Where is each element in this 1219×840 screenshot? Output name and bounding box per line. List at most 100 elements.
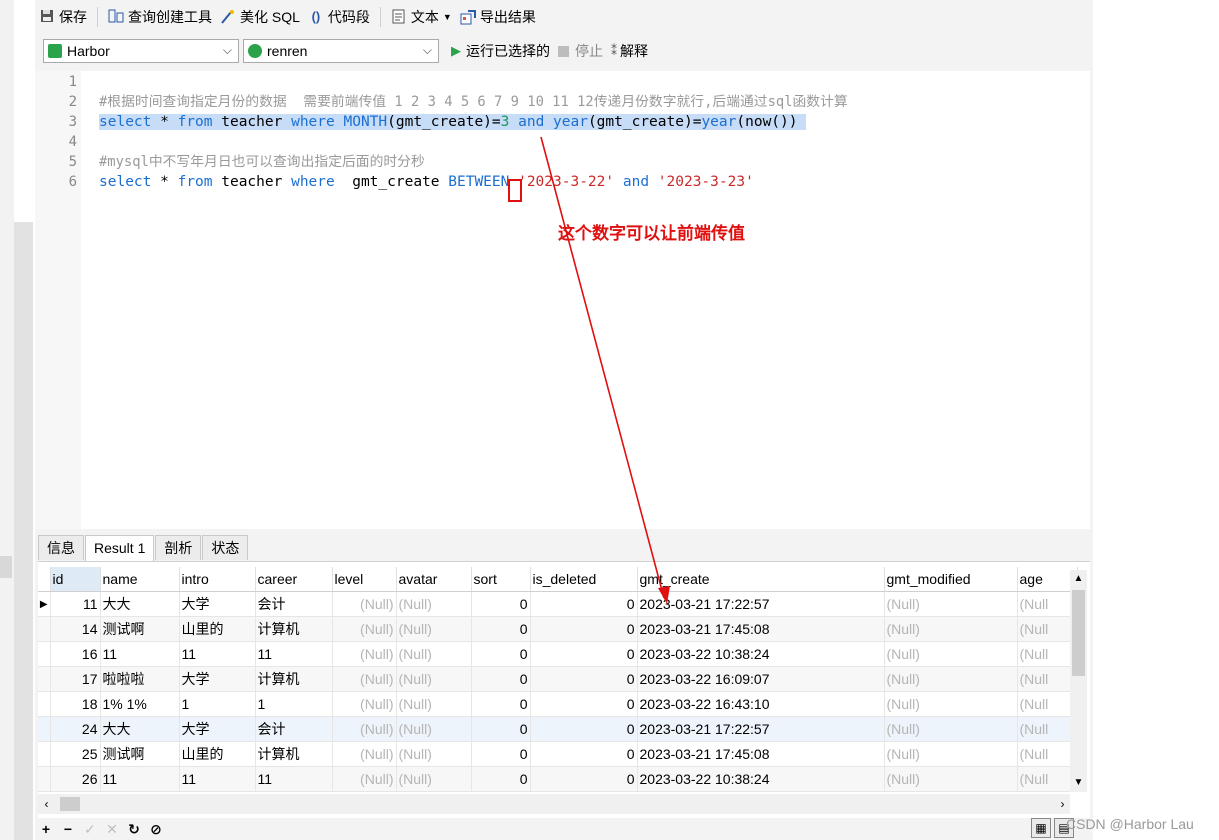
table-row[interactable]: 14 测试啊 山里的 计算机 (Null) (Null) 0 0 2023-03-21 17:4… <box>38 616 1078 642</box>
table-cell[interactable]: 啦啦啦 <box>100 666 180 692</box>
connection-select[interactable]: Harbor ⌵ <box>43 39 239 63</box>
table-cell[interactable]: 计算机 <box>255 741 333 767</box>
table-cell[interactable]: 24 <box>50 716 101 742</box>
table-cell[interactable]: 山里的 <box>179 741 256 767</box>
table-cell[interactable]: 11 <box>100 641 180 667</box>
run-selected-button[interactable]: ▶ 运行已选择的 <box>447 39 554 63</box>
table-row[interactable]: 17 啦啦啦 大学 计算机 (Null) (Null) 0 0 2023-03-22 16:09… <box>38 666 1078 692</box>
table-cell[interactable]: (Null) <box>396 641 472 667</box>
table-cell[interactable]: 0 <box>471 766 531 792</box>
table-cell[interactable]: 0 <box>530 766 638 792</box>
tab-profile[interactable]: 剖析 <box>155 535 202 560</box>
table-row[interactable]: 16 11 11 11 (Null) (Null) 0 0 2023-03-22 10:38:2… <box>38 641 1078 667</box>
table-cell[interactable]: (Null <box>1017 641 1078 667</box>
apply-icon[interactable]: ✓ <box>79 821 101 838</box>
table-cell[interactable]: 11 <box>179 641 256 667</box>
caret-down-icon[interactable]: ▼ <box>443 12 452 22</box>
table-cell[interactable]: (Null <box>1017 616 1078 642</box>
table-cell[interactable]: 25 <box>50 741 101 767</box>
table-cell[interactable]: 2023-03-21 17:45:08 <box>637 741 885 767</box>
column-header-career[interactable]: career <box>255 567 333 592</box>
table-cell[interactable]: 2023-03-21 17:45:08 <box>637 616 885 642</box>
table-cell[interactable]: 11 <box>179 766 256 792</box>
table-cell[interactable]: (Null) <box>332 716 397 742</box>
table-cell[interactable]: 0 <box>530 691 638 717</box>
table-row[interactable]: 24 大大 大学 会计 (Null) (Null) 0 0 2023-03-21 17:22:5… <box>38 716 1078 742</box>
table-cell[interactable]: (Null) <box>332 741 397 767</box>
table-cell[interactable]: (Null) <box>332 766 397 792</box>
table-cell[interactable]: (Null) <box>396 716 472 742</box>
tab-result-1[interactable]: Result 1 <box>85 535 155 562</box>
table-cell[interactable]: 0 <box>530 716 638 742</box>
table-cell[interactable]: 山里的 <box>179 616 256 642</box>
scroll-left-icon[interactable]: ‹ <box>38 794 55 814</box>
refresh-icon[interactable]: ↻ <box>123 821 145 838</box>
table-cell[interactable]: 2023-03-21 17:22:57 <box>637 591 885 617</box>
table-cell[interactable]: (Null <box>1017 666 1078 692</box>
row-indicator[interactable] <box>38 766 51 792</box>
table-cell[interactable]: 2023-03-22 16:43:10 <box>637 691 885 717</box>
table-cell[interactable]: (Null) <box>332 616 397 642</box>
table-cell[interactable]: (Null) <box>396 741 472 767</box>
row-indicator[interactable] <box>38 741 51 767</box>
table-cell[interactable]: 大学 <box>179 591 256 617</box>
table-cell[interactable]: (Null) <box>332 591 397 617</box>
table-cell[interactable]: 2023-03-22 16:09:07 <box>637 666 885 692</box>
table-cell[interactable]: (Null) <box>884 766 1018 792</box>
table-cell[interactable]: (Null <box>1017 591 1078 617</box>
table-cell[interactable]: 0 <box>471 741 531 767</box>
export-results-button[interactable]: 导出结果 <box>456 5 540 29</box>
grid-view-icon[interactable]: ▦ <box>1031 818 1051 838</box>
table-cell[interactable]: 0 <box>471 716 531 742</box>
query-builder-button[interactable]: 查询创建工具 <box>104 5 216 29</box>
table-cell[interactable]: 0 <box>471 591 531 617</box>
table-cell[interactable]: 1 <box>179 691 256 717</box>
table-cell[interactable]: (Null) <box>884 591 1018 617</box>
table-cell[interactable]: (Null) <box>884 691 1018 717</box>
row-indicator[interactable]: ▶ <box>38 591 51 617</box>
sql-editor[interactable]: 1 2 3 4 5 6 #根据时间查询指定月份的数据 需要前端传值 1 2 3 … <box>35 71 1090 529</box>
table-row[interactable]: 25 测试啊 山里的 计算机 (Null) (Null) 0 0 2023-03-21 17:4… <box>38 741 1078 767</box>
tab-info[interactable]: 信息 <box>38 535 84 560</box>
row-indicator[interactable] <box>38 616 51 642</box>
discard-icon[interactable]: ✕ <box>101 821 123 838</box>
database-select[interactable]: renren ⌵ <box>243 39 439 63</box>
table-cell[interactable]: (Null) <box>396 591 472 617</box>
table-cell[interactable]: 14 <box>50 616 101 642</box>
table-row[interactable]: ▶ 11 大大 大学 会计 (Null) (Null) 0 0 2023-03-21 17:22:… <box>38 591 1078 617</box>
left-scroll-thumb[interactable] <box>14 222 33 840</box>
table-cell[interactable]: 会计 <box>255 591 333 617</box>
table-cell[interactable]: 0 <box>530 591 638 617</box>
table-cell[interactable]: 2023-03-22 10:38:24 <box>637 641 885 667</box>
table-cell[interactable]: (Null <box>1017 766 1078 792</box>
explain-button[interactable]: ⁑ 解释 <box>607 39 652 63</box>
table-row[interactable]: 26 11 11 11 (Null) (Null) 0 0 2023-03-22 10:38:2… <box>38 766 1078 792</box>
table-cell[interactable]: (Null) <box>332 666 397 692</box>
scroll-thumb[interactable] <box>60 797 80 811</box>
table-cell[interactable]: 计算机 <box>255 666 333 692</box>
table-cell[interactable]: 0 <box>530 641 638 667</box>
table-cell[interactable]: 11 <box>255 766 333 792</box>
row-indicator[interactable] <box>38 691 51 717</box>
stop-query-icon[interactable]: ⊘ <box>145 821 167 838</box>
table-cell[interactable]: (Null) <box>884 716 1018 742</box>
column-header-is-deleted[interactable]: is_deleted <box>530 567 638 592</box>
row-indicator[interactable] <box>38 716 51 742</box>
text-mode-button[interactable]: 文本 ▼ <box>387 5 456 29</box>
table-cell[interactable]: 11 <box>255 641 333 667</box>
table-cell[interactable]: 测试啊 <box>100 616 180 642</box>
table-cell[interactable]: 会计 <box>255 716 333 742</box>
table-cell[interactable]: 计算机 <box>255 616 333 642</box>
column-header-age[interactable]: age <box>1017 567 1078 592</box>
table-cell[interactable]: (Null) <box>332 641 397 667</box>
table-cell[interactable]: 0 <box>471 691 531 717</box>
table-cell[interactable]: (Null) <box>884 666 1018 692</box>
table-cell[interactable]: 0 <box>471 616 531 642</box>
column-header-gmt-create[interactable]: gmt_create <box>637 567 885 592</box>
table-cell[interactable]: 大大 <box>100 591 180 617</box>
column-header-intro[interactable]: intro <box>179 567 256 592</box>
table-cell[interactable]: 11 <box>50 591 101 617</box>
add-row-icon[interactable]: + <box>35 821 57 837</box>
table-cell[interactable]: 18 <box>50 691 101 717</box>
table-cell[interactable]: 16 <box>50 641 101 667</box>
